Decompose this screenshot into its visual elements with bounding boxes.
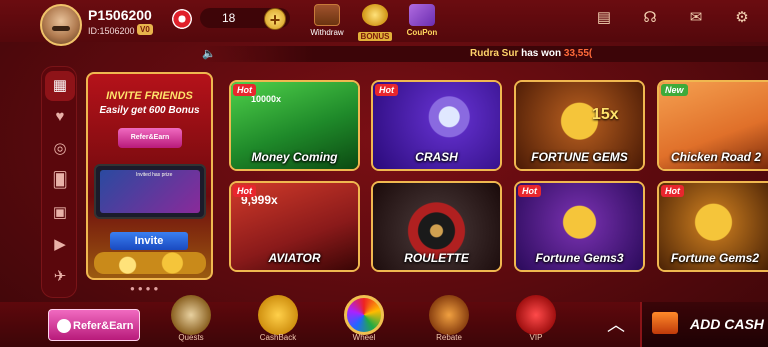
coins-pile-illustration — [94, 252, 206, 274]
game-card-fortune-gems3[interactable]: Hot Fortune Gems3 — [514, 181, 645, 272]
cashback-icon — [258, 295, 298, 335]
balance-value: 18 — [222, 11, 236, 25]
vip-icon — [516, 295, 556, 335]
game-title: AVIATOR — [268, 251, 321, 265]
ticker-message: has won — [518, 48, 564, 59]
hot-badge: Hot — [375, 84, 398, 96]
user-id: ID:1506200 — [88, 26, 135, 36]
invite-button[interactable]: Invite — [110, 232, 188, 250]
avatar[interactable] — [40, 4, 82, 46]
vip-level-badge: V0 — [137, 24, 153, 35]
refer-earn-label: Refer&Earn — [73, 320, 134, 332]
add-balance-button[interactable]: + — [264, 8, 286, 30]
game-title: Fortune Gems2 — [671, 251, 760, 265]
mail-icon[interactable]: ✉ — [684, 6, 708, 30]
speaker-icon: 🔈 — [202, 48, 216, 60]
game-title: Fortune Gems3 — [535, 251, 624, 265]
nav-label: Wheel — [352, 333, 376, 342]
nav-vip[interactable]: VIP — [508, 295, 564, 342]
nav-label: Rebate — [436, 333, 462, 342]
coupon-label: CouPon — [406, 28, 438, 37]
game-card-chicken-road-2[interactable]: New Chicken Road 2 — [657, 80, 768, 171]
game-card-money-coming[interactable]: 10000x Hot Money Coming — [229, 80, 360, 171]
nav-label: CashBack — [259, 333, 297, 342]
bonus-label: BONUS — [357, 32, 393, 41]
hot-badge: Hot — [518, 185, 541, 197]
grid-icon[interactable]: ▦ — [45, 71, 75, 101]
withdraw-button[interactable]: Withdraw — [302, 4, 352, 37]
hot-badge: Hot — [233, 185, 256, 197]
slot-machine-icon[interactable]: ▣ — [50, 203, 70, 223]
rebate-icon — [429, 295, 469, 335]
gold-coins-icon — [362, 4, 388, 26]
carousel-dots[interactable]: ●●●● — [130, 284, 161, 293]
phone-screen-text: Invited has prize — [136, 172, 173, 178]
fish-icon[interactable]: ✈ — [50, 267, 70, 287]
game-title: Money Coming — [251, 150, 338, 164]
game-card-fortune-gems[interactable]: 15x FORTUNE GEMS — [514, 80, 645, 171]
cart-icon — [652, 312, 678, 334]
game-card-fortune-gems2[interactable]: Hot Fortune Gems2 — [657, 181, 768, 272]
nav-wheel[interactable]: Wheel — [336, 295, 392, 342]
wallet-icon — [314, 4, 340, 26]
heart-icon[interactable]: ♥ — [50, 107, 70, 127]
game-title: FORTUNE GEMS — [531, 150, 628, 164]
roulette-icon[interactable]: ◎ — [50, 139, 70, 159]
nav-rebate[interactable]: Rebate — [421, 295, 477, 342]
gear-icon[interactable]: ⚙ — [730, 6, 754, 30]
ticker-amount: 33,55( — [563, 48, 593, 59]
wheel-icon — [344, 295, 384, 335]
cards-icon[interactable]: 🂠 — [50, 171, 70, 191]
game-card-roulette[interactable]: ROULETTE — [371, 181, 502, 272]
phone-illustration: Invited has prize — [94, 164, 206, 219]
coupon-icon — [409, 4, 435, 26]
new-badge: New — [661, 84, 688, 96]
game-title: Chicken Road 2 — [671, 150, 762, 164]
game-title: ROULETTE — [404, 251, 469, 265]
video-icon[interactable]: ▶ — [50, 235, 70, 255]
game-card-crash[interactable]: Hot CRASH — [371, 80, 502, 171]
coupon-button[interactable]: CouPon — [397, 4, 447, 37]
game-card-aviator[interactable]: 9,999x Hot AVIATOR — [229, 181, 360, 272]
refer-earn-button[interactable]: Refer&Earn — [48, 309, 140, 341]
ticker-winner-name: Rudra Sur — [470, 48, 519, 59]
nav-cashback[interactable]: CashBack — [250, 295, 306, 342]
withdraw-label: Withdraw — [310, 28, 344, 37]
banner-title: INVITE FRIENDS — [106, 90, 193, 102]
add-cash-label: ADD CASH — [690, 316, 764, 332]
headset-icon[interactable]: ☊ — [638, 6, 662, 30]
category-sidebar: ▦ ♥ ◎ 🂠 ▣ ▶ ✈ — [41, 66, 77, 298]
nav-label: Quests — [178, 333, 204, 342]
hot-badge: Hot — [233, 84, 256, 96]
fortune-gems-multiplier: 15x — [592, 106, 619, 123]
hot-badge: Hot — [661, 185, 684, 197]
banner-subtitle: Easily get 600 Bonus — [99, 105, 200, 116]
chevron-up-icon[interactable]: ︿ — [598, 312, 634, 338]
notebook-icon[interactable]: ▤ — [592, 6, 616, 30]
username: P1506200 — [88, 7, 152, 23]
nav-label: VIP — [529, 333, 543, 342]
game-title: CRASH — [415, 150, 458, 164]
money-coming-multiplier: 10000x — [251, 94, 282, 104]
share-icon — [57, 319, 71, 333]
quests-icon — [171, 295, 211, 335]
add-cash-button[interactable]: ADD CASH — [640, 302, 768, 347]
banner-refer-button[interactable]: Refer&Earn — [118, 128, 182, 148]
invite-friends-banner[interactable]: INVITE FRIENDS Easily get 600 Bonus Refe… — [86, 72, 213, 280]
chip-icon — [172, 9, 192, 29]
nav-quests[interactable]: Quests — [163, 295, 219, 342]
ticker-text: Rudra Sur has won 33,55( — [470, 48, 592, 59]
bonus-button[interactable]: BONUS — [350, 4, 400, 44]
